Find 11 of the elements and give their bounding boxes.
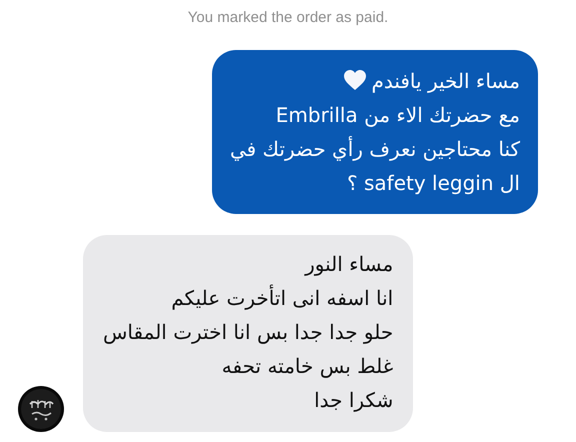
message-text: شكرا جدا <box>313 387 394 414</box>
message-text: مساء الخير يافندم <box>230 64 520 98</box>
message-text: انا اسفه انى اتأخرت عليكم <box>170 284 394 312</box>
message-text: ال safety leggin ؟ <box>346 170 520 197</box>
message-text: كنا محتاجين نعرف رأي حضرتك في <box>230 135 520 163</box>
message-text: حلو جدا جدا بس انا اخترت المقاس <box>103 319 394 346</box>
message-text: مع حضرتك الاء من Embrilla <box>274 102 520 129</box>
status-message: You marked the order as paid. <box>188 8 388 28</box>
message-text: مساء النور <box>303 251 394 278</box>
heart-icon <box>343 69 368 91</box>
message-text: غلط بس خامته تحفه <box>220 353 394 380</box>
